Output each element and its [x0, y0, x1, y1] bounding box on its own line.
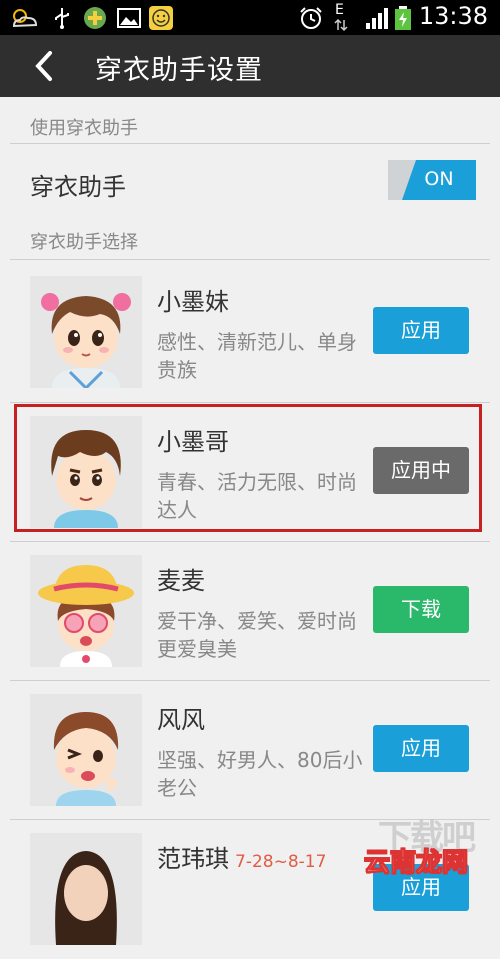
signal-icon	[366, 8, 388, 29]
maimai-avatar-icon	[30, 555, 142, 667]
alarm-icon	[300, 7, 322, 29]
assistant-toggle-switch[interactable]: ON	[388, 160, 476, 200]
apply-button[interactable]: 应用	[373, 725, 469, 772]
assistant-name: 麦麦	[157, 567, 205, 595]
assistant-name: 范玮琪 7-28~8-17	[157, 845, 327, 873]
back-button[interactable]	[30, 49, 60, 83]
divider	[10, 259, 490, 260]
assistant-row[interactable]: 麦麦 爱干净、爱笑、爱时尚更爱臭美 下载	[0, 541, 500, 681]
assistant-description: 爱干净、爱笑、爱时尚更爱臭美	[157, 609, 357, 661]
assistant-name: 风风	[157, 706, 205, 734]
app-badge-icon	[84, 7, 106, 29]
download-button[interactable]: 下载	[373, 586, 469, 633]
assistant-row[interactable]: 小墨哥 青春、活力无限、时尚达人 应用中	[0, 402, 500, 542]
usb-icon	[55, 8, 69, 29]
assistant-toggle-label: 穿衣助手	[30, 173, 126, 201]
weather-icon	[12, 9, 38, 28]
divider	[10, 143, 490, 144]
assistant-name: 小墨哥	[157, 428, 229, 456]
assistant-description: 坚强、好男人、80后小老公	[157, 748, 363, 800]
select-assistant-section-header: 穿衣助手选择	[30, 232, 138, 253]
assistant-avatar	[30, 555, 142, 667]
apply-button[interactable]: 应用	[373, 307, 469, 354]
page-title: 穿衣助手设置	[95, 55, 263, 86]
clock: 13:38	[418, 2, 488, 30]
fanweiqi-photo-avatar-icon	[30, 833, 142, 945]
assistant-description: 青春、活力无限、时尚达人	[157, 470, 357, 522]
back-arrow-icon	[35, 51, 52, 81]
smiley-icon	[149, 6, 173, 30]
applied-button[interactable]: 应用中	[373, 447, 469, 494]
battery-charging-icon	[395, 6, 411, 30]
assistant-description: 感性、清新范儿、单身贵族	[157, 330, 357, 382]
boy-avatar-icon	[30, 416, 142, 528]
gallery-icon	[117, 8, 141, 28]
girl-avatar-icon	[30, 276, 142, 388]
site-watermark: 云南龙网	[363, 848, 469, 879]
assistant-row[interactable]: 小墨妹 感性、清新范儿、单身贵族 应用	[0, 262, 500, 402]
toggle-state-text: ON	[424, 168, 454, 190]
title-bar: 穿衣助手设置	[0, 35, 500, 97]
assistant-avatar	[30, 276, 142, 388]
status-bar: E 13:38	[0, 0, 500, 35]
fengfeng-avatar-icon	[30, 694, 142, 806]
assistant-avatar	[30, 694, 142, 806]
assistant-date: 7-28~8-17	[235, 852, 327, 872]
assistant-name: 小墨妹	[157, 288, 229, 316]
use-assistant-section-header: 使用穿衣助手	[30, 118, 138, 139]
network-type-label: E	[335, 2, 344, 18]
assistant-avatar	[30, 416, 142, 528]
assistant-avatar	[30, 833, 142, 945]
data-arrows-icon	[334, 18, 348, 32]
assistant-row[interactable]: 风风 坚强、好男人、80后小老公 应用	[0, 680, 500, 820]
